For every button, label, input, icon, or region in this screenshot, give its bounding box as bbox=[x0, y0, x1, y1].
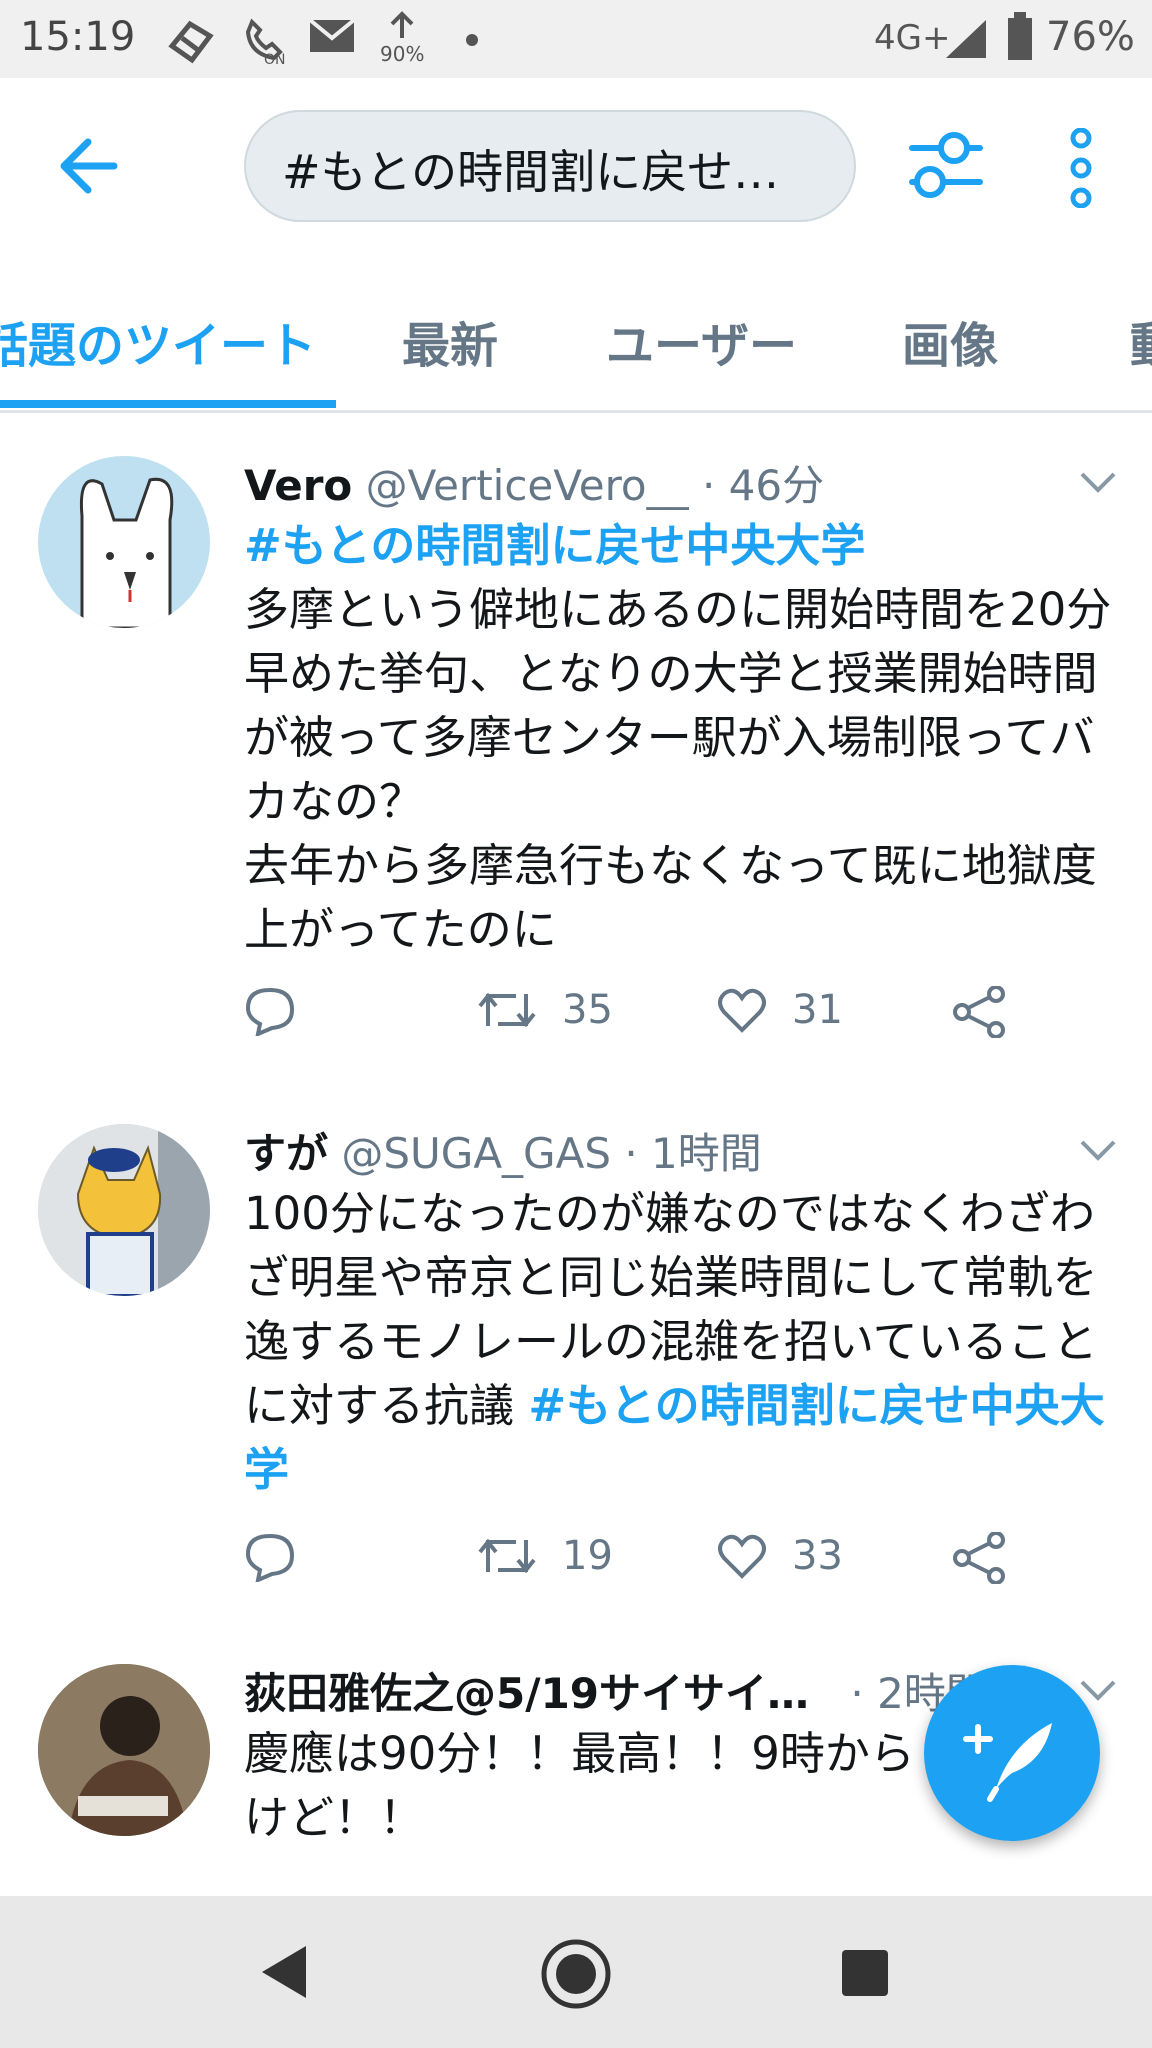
search-query: #もとの時間割に戻せ… bbox=[282, 145, 780, 199]
compose-tweet-button[interactable] bbox=[924, 1665, 1100, 1841]
rabbit-avatar-icon bbox=[79, 477, 174, 628]
tweet-time: · 46分 bbox=[701, 461, 825, 510]
retweet-count: 19 bbox=[562, 1533, 613, 1579]
system-nav-bar bbox=[0, 1896, 1152, 2048]
status-time: 15:19 bbox=[20, 14, 136, 60]
like-button[interactable]: 31 bbox=[716, 986, 843, 1034]
tab-users[interactable]: ユーザー bbox=[606, 306, 797, 376]
retweet-icon bbox=[478, 1538, 536, 1574]
compose-feather-icon bbox=[963, 1723, 1052, 1802]
heart-icon bbox=[718, 988, 766, 1033]
retweet-button[interactable]: 35 bbox=[476, 986, 613, 1034]
nav-back-icon[interactable] bbox=[258, 1944, 310, 2000]
call-forward-icon: ON bbox=[245, 18, 286, 66]
tweet-header: Vero @VerticeVero__ · 46分 bbox=[244, 452, 824, 513]
search-header: #もとの時間割に戻せ… bbox=[0, 78, 1152, 258]
network-type: 4G+ bbox=[874, 18, 951, 58]
tweet-body: #もとの時間割に戻せ中央大学 多摩という僻地にあるのに開始時間を20分早めた挙句… bbox=[244, 514, 1114, 962]
signal-icon bbox=[946, 20, 986, 58]
chevron-down-icon[interactable] bbox=[1078, 1138, 1118, 1162]
data-speed: 90% bbox=[380, 42, 425, 66]
reply-icon bbox=[245, 987, 295, 1036]
notification-dot bbox=[466, 34, 478, 46]
nav-recents-icon[interactable] bbox=[840, 1948, 890, 1998]
heart-icon bbox=[718, 1534, 766, 1579]
retweet-icon bbox=[478, 992, 536, 1028]
author-handle: @VerticeVero__ bbox=[365, 461, 689, 510]
tab-latest[interactable]: 最新 bbox=[402, 306, 498, 376]
tweet-text: 多摩という僻地にあるのに開始時間を20分早めた挙句、となりの大学と授業開始時間が… bbox=[244, 583, 1112, 956]
svg-text:ON: ON bbox=[264, 52, 286, 66]
battery-icon bbox=[1008, 12, 1032, 60]
nav-home-icon[interactable] bbox=[540, 1938, 612, 2010]
tweet-header: 荻田雅佐之@5/19サイサイ… · 2時間 bbox=[244, 1660, 988, 1721]
tweet-time: · 1時間 bbox=[624, 1129, 762, 1178]
author-handle: @SUGA_GAS bbox=[341, 1129, 611, 1178]
author-name[interactable]: すが bbox=[244, 1129, 328, 1178]
retweet-count: 35 bbox=[562, 987, 613, 1033]
tweet-header: すが @SUGA_GAS · 1時間 bbox=[244, 1120, 762, 1181]
back-arrow-icon[interactable] bbox=[58, 136, 122, 196]
battery-percent: 76% bbox=[1046, 14, 1135, 60]
tweet[interactable]: すが @SUGA_GAS · 1時間 100分になったのが嫌なのではなくわざわざ… bbox=[0, 1082, 1152, 1624]
share-button[interactable] bbox=[952, 1532, 1006, 1584]
like-count: 31 bbox=[792, 987, 843, 1033]
share-button[interactable] bbox=[952, 986, 1006, 1038]
search-box[interactable]: #もとの時間割に戻せ… bbox=[244, 110, 856, 222]
active-tab-indicator bbox=[0, 400, 336, 408]
tab-images[interactable]: 画像 bbox=[902, 306, 998, 376]
mail-icon bbox=[308, 18, 356, 52]
retweet-button[interactable]: 19 bbox=[476, 1532, 613, 1580]
like-count: 33 bbox=[792, 1533, 843, 1579]
tweet-actions: 35 31 bbox=[244, 986, 1044, 1046]
avatar[interactable] bbox=[38, 1124, 210, 1296]
reply-button[interactable] bbox=[244, 986, 296, 1036]
filter-settings-icon[interactable] bbox=[908, 128, 984, 200]
tab-videos[interactable]: 動 bbox=[1130, 306, 1152, 376]
tab-top-tweets[interactable]: 話題のツイート bbox=[0, 306, 316, 376]
share-icon bbox=[953, 1532, 1005, 1584]
more-options-icon[interactable] bbox=[1064, 128, 1098, 208]
tweet-body: 100分になったのが嫌なのではなくわざわざ明星や帝京と同じ始業時間にして常軌を逸… bbox=[244, 1182, 1114, 1502]
author-name[interactable]: Vero bbox=[244, 461, 352, 510]
mascot-avatar-icon bbox=[38, 1124, 210, 1296]
like-button[interactable]: 33 bbox=[716, 1532, 843, 1580]
person-avatar-icon bbox=[38, 1664, 210, 1836]
hashtag-link[interactable]: #もとの時間割に戻せ中央大学 bbox=[244, 514, 1114, 578]
sync-icon bbox=[168, 20, 214, 64]
reply-button[interactable] bbox=[244, 1532, 296, 1582]
chevron-down-icon[interactable] bbox=[1078, 470, 1118, 494]
avatar[interactable] bbox=[38, 456, 210, 628]
tweet-actions: 19 33 bbox=[244, 1532, 1044, 1592]
tweet[interactable]: Vero @VerticeVero__ · 46分 #もとの時間割に戻せ中央大学… bbox=[0, 414, 1152, 1084]
reply-icon bbox=[245, 1533, 295, 1582]
avatar[interactable] bbox=[38, 1664, 210, 1836]
status-bar: 15:19 ON 90% 4G+ 76% bbox=[0, 0, 1152, 78]
share-icon bbox=[953, 986, 1005, 1038]
author-name[interactable]: 荻田雅佐之@5/19サイサイ… bbox=[244, 1669, 809, 1718]
data-saver-icon bbox=[390, 11, 414, 38]
search-tabs: 話題のツイート 最新 ユーザー 画像 動 bbox=[0, 258, 1152, 413]
